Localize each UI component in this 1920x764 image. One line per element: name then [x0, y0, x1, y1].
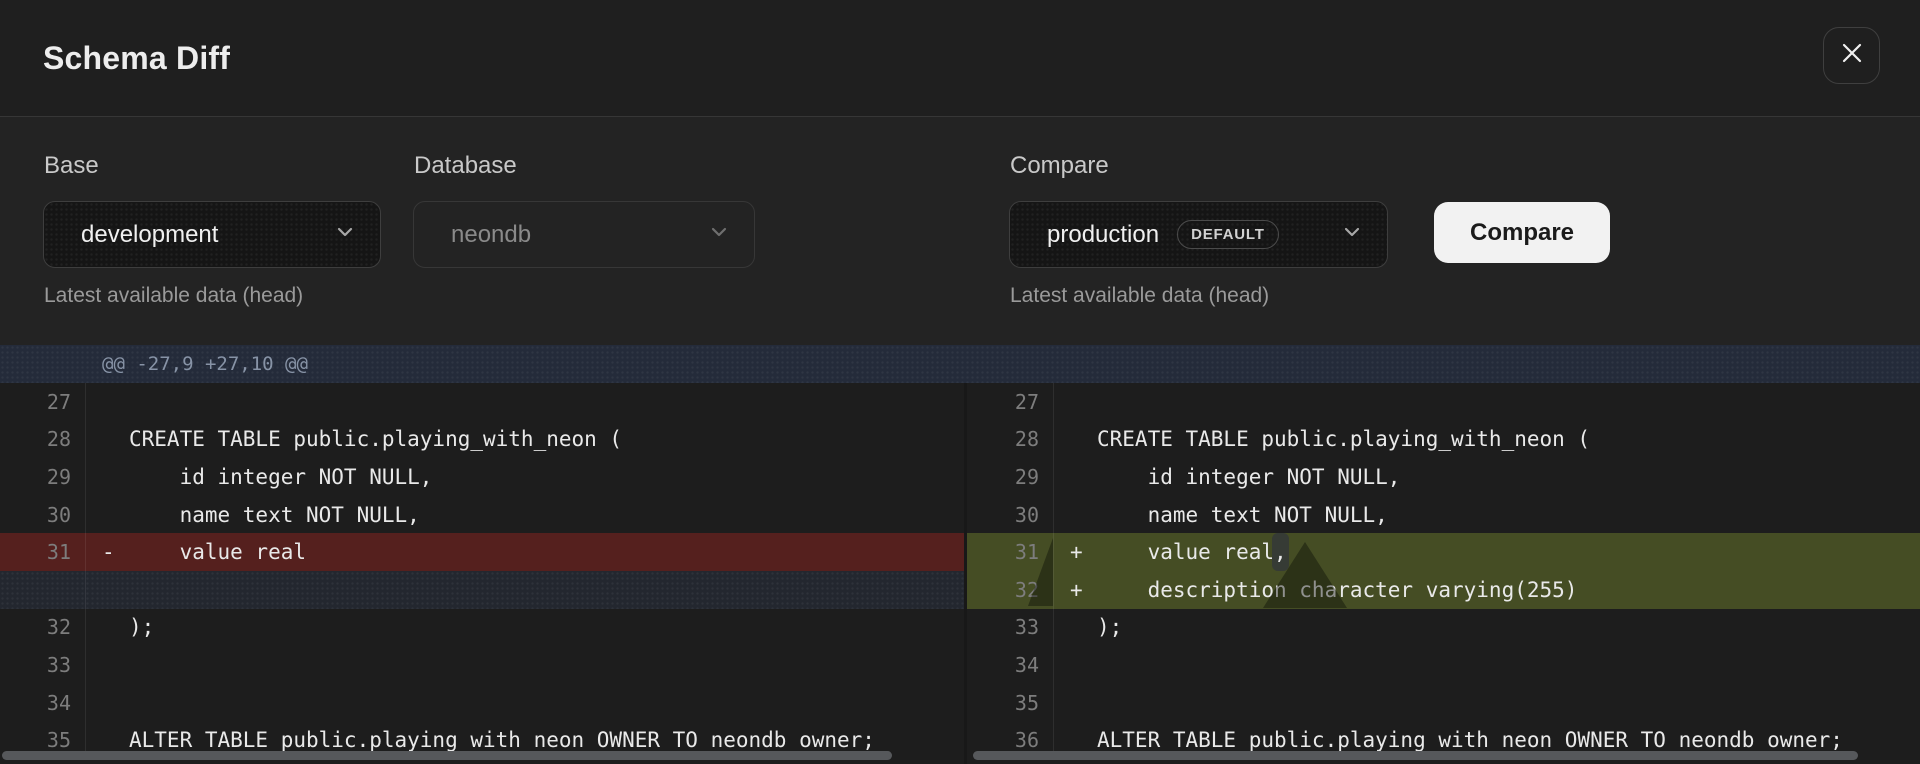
diff-controls: Base development Latest available data (… [0, 118, 1920, 345]
code-line: CREATE TABLE public.playing_with_neon ( [1054, 421, 1920, 459]
line-number: 28 [0, 421, 86, 459]
default-badge: DEFAULT [1177, 220, 1279, 249]
line-number: 28 [967, 421, 1054, 459]
diff-row: 29 id integer NOT NULL, [967, 458, 1920, 496]
diff-row [0, 571, 964, 609]
code-line: + description character varying(255) [1054, 571, 1920, 609]
chevron-down-icon [708, 221, 730, 248]
line-number: 34 [967, 646, 1054, 684]
diff-row: 32+ description character varying(255) [967, 571, 1920, 609]
diff-marker: + [1070, 578, 1097, 602]
code-text: ALTER TABLE public.playing_with_neon OWN… [129, 728, 875, 752]
line-number: 31 [967, 533, 1054, 571]
base-branch-select[interactable]: development [43, 201, 381, 268]
compare-label: Compare [1010, 152, 1109, 180]
compare-button[interactable]: Compare [1434, 202, 1610, 263]
code-line: ); [1054, 609, 1920, 647]
page-title: Schema Diff [43, 40, 230, 77]
code-text: ); [1097, 615, 1122, 639]
diff-row: 34 [967, 646, 1920, 684]
diff-row: 32); [0, 609, 964, 647]
line-number: 32 [967, 571, 1054, 609]
dialog-header: Schema Diff [0, 0, 1920, 117]
diff-row: 30 name text NOT NULL, [0, 496, 964, 534]
diff-row: 31- value real [0, 533, 964, 571]
code-line: - value real [86, 533, 964, 571]
base-label: Base [44, 152, 99, 180]
chevron-down-icon [334, 221, 356, 248]
code-text: CREATE TABLE public.playing_with_neon ( [1097, 427, 1590, 451]
database-value: neondb [451, 221, 531, 249]
compare-branch-select[interactable]: production DEFAULT [1009, 201, 1388, 268]
line-number: 33 [0, 646, 86, 684]
hunk-header: @@ -27,9 +27,10 @@ [0, 345, 1920, 383]
line-number: 32 [0, 609, 86, 647]
close-icon [1840, 41, 1864, 70]
diff-row: 34 [0, 684, 964, 722]
code-text: id integer NOT NULL, [129, 465, 432, 489]
code-text: name text NOT NULL, [1097, 503, 1388, 527]
code-line: + value real, [1054, 533, 1920, 571]
diff-viewer: @@ -27,9 +27,10 @@ 2728CREATE TABLE publ… [0, 345, 1920, 764]
diff-row: 28 CREATE TABLE public.playing_with_neon … [967, 421, 1920, 459]
database-select[interactable]: neondb [413, 201, 755, 268]
code-line [86, 383, 964, 421]
char-diff-highlight: , [1272, 533, 1289, 571]
code-line: name text NOT NULL, [1054, 496, 1920, 534]
database-label: Database [414, 152, 517, 180]
base-branch-value: development [81, 221, 218, 249]
code-line [1054, 684, 1920, 722]
compare-branch-value: production [1047, 221, 1159, 249]
diff-pane-base: 2728 CREATE TABLE public.playing_with_neo… [0, 383, 964, 764]
diff-row: 31+ value real, [967, 533, 1920, 571]
code-line: id integer NOT NULL, [1054, 458, 1920, 496]
diff-marker: - [102, 540, 129, 564]
diff-pane-compare: 2728 CREATE TABLE public.playing_with_neo… [967, 383, 1920, 764]
code-line [86, 684, 964, 722]
line-number: 29 [0, 458, 86, 496]
code-text: CREATE TABLE public.playing_with_neon ( [129, 427, 622, 451]
diff-row: 27 [967, 383, 1920, 421]
line-number: 34 [0, 684, 86, 722]
line-number: 29 [967, 458, 1054, 496]
line-number: 35 [967, 684, 1054, 722]
code-text: description character varying(255) [1097, 578, 1577, 602]
code-text: value real [1097, 540, 1274, 564]
diff-row: 33); [967, 609, 1920, 647]
diff-row: 28 CREATE TABLE public.playing_with_neon … [0, 421, 964, 459]
compare-data-hint: Latest available data (head) [1010, 284, 1269, 308]
base-data-hint: Latest available data (head) [44, 284, 303, 308]
line-number: 27 [967, 383, 1054, 421]
code-line: ); [86, 609, 964, 647]
line-number [0, 571, 86, 609]
line-number: 30 [967, 496, 1054, 534]
code-text: ALTER TABLE public.playing_with_neon OWN… [1097, 728, 1843, 752]
code-text: value real [129, 540, 306, 564]
line-number: 31 [0, 533, 86, 571]
close-button[interactable] [1823, 27, 1880, 84]
schema-diff-dialog: Schema Diff Base development Latest avai… [0, 0, 1920, 764]
code-text: id integer NOT NULL, [1097, 465, 1400, 489]
code-line: name text NOT NULL, [86, 496, 964, 534]
line-number: 30 [0, 496, 86, 534]
code-line: CREATE TABLE public.playing_with_neon ( [86, 421, 964, 459]
diff-marker: + [1070, 540, 1097, 564]
code-text: ); [129, 615, 154, 639]
code-line [86, 571, 964, 609]
diff-row: 29 id integer NOT NULL, [0, 458, 964, 496]
code-line [86, 646, 964, 684]
line-number: 27 [0, 383, 86, 421]
diff-row: 30 name text NOT NULL, [967, 496, 1920, 534]
chevron-down-icon [1341, 221, 1363, 248]
horizontal-scrollbar-right[interactable] [973, 751, 1858, 760]
horizontal-scrollbar-left[interactable] [2, 751, 892, 760]
line-number: 33 [967, 609, 1054, 647]
code-line: id integer NOT NULL, [86, 458, 964, 496]
diff-row: 27 [0, 383, 964, 421]
diff-row: 35 [967, 684, 1920, 722]
code-line [1054, 383, 1920, 421]
diff-row: 33 [0, 646, 964, 684]
code-line [1054, 646, 1920, 684]
code-text: name text NOT NULL, [129, 503, 420, 527]
